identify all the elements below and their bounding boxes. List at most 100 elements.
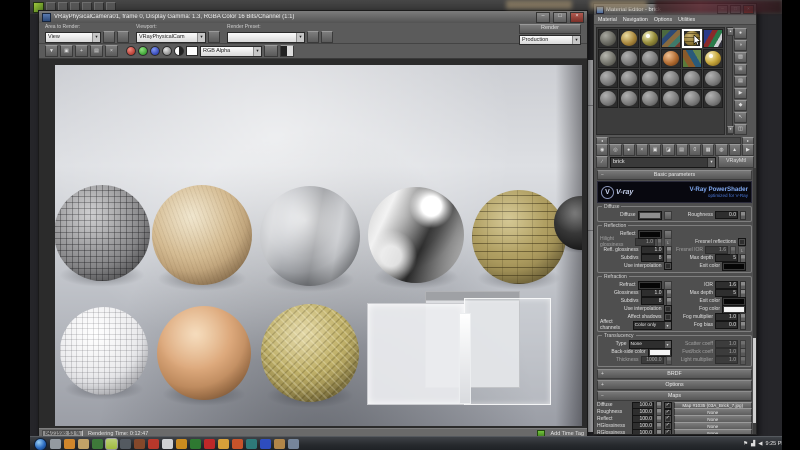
taskbar-app-15[interactable] — [246, 439, 257, 449]
taskbar-app-14[interactable] — [232, 439, 243, 449]
make-unique-icon[interactable]: ◪ — [662, 144, 675, 156]
fog-bias-value[interactable]: 0.0 — [715, 321, 738, 329]
close-icon[interactable]: × — [570, 11, 584, 23]
material-id-icon[interactable]: 0 — [688, 144, 701, 156]
video-color-check-icon[interactable]: ▤ — [734, 76, 747, 87]
sample-slot-brick-selected[interactable] — [682, 29, 702, 48]
background-color-swatch[interactable] — [186, 46, 198, 56]
spinner-icon[interactable] — [740, 320, 746, 330]
sample-slot-18[interactable] — [703, 69, 723, 88]
alpha-channel-button[interactable] — [174, 46, 184, 56]
sample-slot-11[interactable] — [682, 49, 702, 68]
diffuse-swatch[interactable] — [637, 210, 662, 220]
subdivs-value[interactable]: 8 — [640, 254, 664, 262]
put-to-library-icon[interactable]: ▤ — [675, 144, 688, 156]
sample-slot-15[interactable] — [640, 69, 660, 88]
render-preset-select[interactable]: ▾ — [227, 31, 305, 43]
toggle-srgb-button[interactable] — [280, 45, 294, 57]
taskbar-app-4[interactable] — [92, 439, 103, 449]
thickness-value[interactable]: 1000.0 — [640, 356, 664, 364]
exit-color-swatch[interactable] — [722, 261, 746, 271]
taskbar-app-2[interactable] — [64, 439, 75, 449]
sample-slot-13[interactable] — [598, 69, 618, 88]
environment-button[interactable] — [321, 31, 333, 43]
reset-map-icon[interactable]: × — [635, 144, 648, 156]
light-multiplier-value[interactable]: 1.0 — [715, 356, 738, 364]
taskbar-app-12[interactable] — [204, 439, 215, 449]
spinner-icon[interactable] — [656, 428, 662, 434]
sample-slot-12[interactable] — [703, 49, 723, 68]
rollout-basic-parameters[interactable]: − Basic parameters — [597, 170, 752, 180]
color-correction-button[interactable] — [264, 45, 278, 57]
select-by-material-icon[interactable]: ↖ — [734, 112, 747, 123]
material-name-select[interactable]: brick ▾ — [610, 156, 716, 168]
go-to-parent-icon[interactable]: ▲ — [728, 144, 741, 156]
lock-icon[interactable]: L — [664, 237, 672, 247]
sample-slot-19[interactable] — [598, 89, 618, 108]
print-image-button[interactable]: ▤ — [90, 45, 103, 57]
affect-channels-select[interactable]: Color only ▾ — [632, 320, 672, 330]
taskbar-app-3[interactable] — [78, 439, 89, 449]
auto-region-button[interactable] — [117, 31, 129, 43]
rollout-brdf[interactable]: + BRDF — [597, 369, 752, 379]
rollout-options[interactable]: + Options — [597, 380, 752, 390]
lock-viewport-icon[interactable] — [208, 31, 220, 43]
sample-vertical-scrollbar[interactable]: ▴ ▾ — [726, 27, 734, 135]
roughness-value[interactable]: 0.0 — [715, 211, 738, 219]
sample-slot-8[interactable] — [619, 49, 639, 68]
scroll-up-icon[interactable]: ▴ — [727, 28, 734, 36]
pick-material-eyedropper-icon[interactable]: ∕ — [596, 156, 608, 168]
taskbar-app-5[interactable] — [106, 439, 117, 449]
lock-icon[interactable]: L — [738, 245, 746, 255]
menu-options[interactable]: Options — [654, 17, 672, 23]
taskbar-app-9[interactable] — [162, 439, 173, 449]
red-channel-button[interactable] — [126, 46, 136, 56]
show-end-result-icon[interactable]: ◍ — [715, 144, 728, 156]
display-channel-select[interactable]: RGB Alpha ▾ — [200, 45, 262, 57]
params-scrollbar[interactable] — [753, 168, 756, 434]
make-preview-icon[interactable]: ▶ — [734, 88, 747, 99]
taskbar-app-18[interactable] — [288, 439, 299, 449]
hilight-glossiness-value[interactable]: 1.0 — [634, 238, 655, 246]
sample-slot-14[interactable] — [619, 69, 639, 88]
subdivs-value[interactable]: 8 — [640, 297, 664, 305]
sample-slot-16[interactable] — [661, 69, 681, 88]
sample-slot-10[interactable] — [661, 49, 681, 68]
show-map-viewport-icon[interactable]: ▦ — [702, 144, 715, 156]
minimize-icon[interactable]: – — [536, 11, 550, 23]
go-forward-icon[interactable]: ▶ — [741, 144, 754, 156]
backlight-icon[interactable]: ◑ — [734, 40, 747, 51]
map-enable-checkbox[interactable]: ✓ — [664, 429, 672, 434]
sample-type-icon[interactable]: ● — [734, 28, 747, 39]
background-icon[interactable]: ▨ — [734, 52, 747, 63]
spinner-icon[interactable] — [730, 245, 736, 255]
taskbar-app-16[interactable] — [260, 439, 271, 449]
blue-channel-button[interactable] — [150, 46, 160, 56]
network-icon[interactable]: ▟ — [751, 441, 755, 447]
make-copy-icon[interactable]: ▣ — [649, 144, 662, 156]
taskbar-app-1[interactable] — [50, 439, 61, 449]
map-slot-button[interactable]: None — [673, 429, 752, 434]
taskbar-app-7[interactable] — [134, 439, 145, 449]
taskbar-app-17[interactable] — [274, 439, 285, 449]
sample-slot-2[interactable] — [619, 29, 639, 48]
maximize-icon[interactable]: □ — [553, 11, 567, 23]
copy-image-button[interactable]: ▣ — [60, 45, 73, 57]
options-icon[interactable]: ◆ — [734, 100, 747, 111]
sample-slot-17[interactable] — [682, 69, 702, 88]
sample-horizontal-scrollbar[interactable]: ◂ ▸ — [594, 136, 756, 145]
clone-rendered-frame-button[interactable]: + — [75, 45, 88, 57]
sample-slot-21[interactable] — [640, 89, 660, 108]
render-mode-select[interactable]: Production ▾ — [519, 35, 581, 45]
sample-slot-9[interactable] — [640, 49, 660, 68]
edit-region-button[interactable] — [103, 31, 115, 43]
sample-slot-3[interactable] — [640, 29, 660, 48]
spinner-icon[interactable] — [656, 237, 663, 247]
sample-slot-4[interactable] — [661, 29, 681, 48]
taskbar-app-10[interactable] — [176, 439, 187, 449]
green-channel-button[interactable] — [138, 46, 148, 56]
menu-material[interactable]: Material — [598, 17, 617, 23]
save-image-button[interactable]: ▼ — [45, 45, 58, 57]
taskbar-app-13[interactable] — [218, 439, 229, 449]
rollout-maps[interactable]: − Maps — [597, 391, 752, 401]
